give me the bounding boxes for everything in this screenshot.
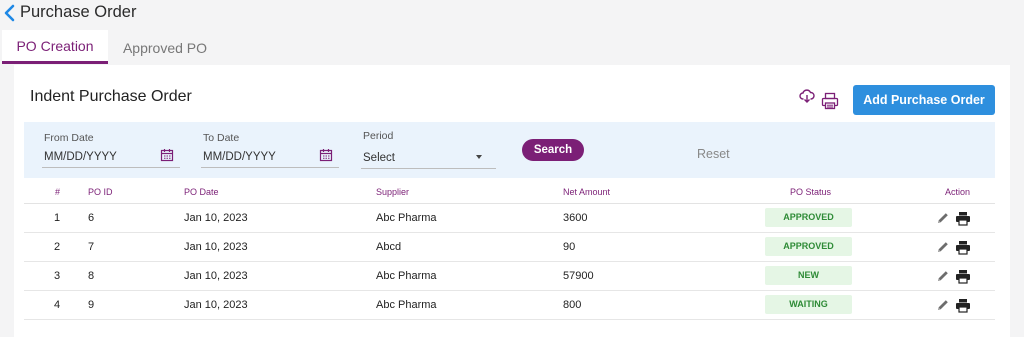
column-header-number: # (55, 187, 61, 197)
filter-bar: From Date MM/DD/YYYY To Date MM/DD/YYYY … (24, 122, 995, 178)
supplier-cell: Abcd (376, 241, 402, 253)
calendar-icon[interactable] (319, 148, 333, 162)
search-button[interactable]: Search (522, 139, 584, 161)
po-id-cell: 9 (88, 299, 95, 311)
po-date-cell: Jan 10, 2023 (184, 299, 248, 311)
pencil-icon[interactable] (936, 298, 950, 312)
row-number: 1 (54, 212, 61, 224)
table-row[interactable]: 3 8 Jan 10, 2023 Abc Pharma 57900 NEW (24, 262, 995, 291)
chevron-left-icon[interactable] (3, 4, 17, 22)
net-amount-cell: 800 (563, 299, 582, 311)
po-date-cell: Jan 10, 2023 (184, 212, 248, 224)
table-row[interactable]: 4 9 Jan 10, 2023 Abc Pharma 800 WAITING (24, 291, 995, 320)
column-header-po-id: PO ID (88, 187, 113, 197)
column-header-supplier: Supplier (376, 187, 410, 197)
to-date-input[interactable]: MM/DD/YYYY (203, 151, 276, 163)
pencil-icon[interactable] (936, 269, 950, 283)
row-number: 3 (54, 270, 61, 282)
net-amount-cell: 57900 (563, 270, 594, 282)
period-select[interactable]: Select (363, 152, 395, 164)
table-row[interactable]: 1 6 Jan 10, 2023 Abc Pharma 3600 APPROVE… (24, 204, 995, 233)
printer-icon[interactable] (955, 240, 971, 255)
cloud-download-icon[interactable] (799, 88, 815, 104)
po-id-cell: 6 (88, 212, 95, 224)
table-row[interactable]: 2 7 Jan 10, 2023 Abcd 90 APPROVED (24, 233, 995, 262)
net-amount-cell: 3600 (563, 212, 588, 224)
table-header: # PO ID PO Date Supplier Net Amount PO S… (24, 178, 995, 204)
po-id-cell: 7 (88, 241, 95, 253)
status-badge: APPROVED (765, 237, 852, 256)
to-date-label: To Date (203, 132, 240, 144)
printer-icon[interactable] (955, 298, 971, 313)
status-badge: WAITING (765, 295, 852, 314)
printer-icon[interactable] (955, 211, 971, 226)
pencil-icon[interactable] (936, 240, 950, 254)
from-date-underline (42, 167, 180, 168)
net-amount-cell: 90 (563, 241, 576, 253)
printer-icon[interactable] (821, 92, 839, 110)
section-title: Indent Purchase Order (30, 88, 192, 105)
add-purchase-order-button[interactable]: Add Purchase Order (853, 85, 995, 115)
po-id-cell: 8 (88, 270, 95, 282)
column-header-action: Action (945, 187, 971, 197)
row-number: 2 (54, 241, 61, 253)
status-badge: NEW (765, 266, 852, 285)
supplier-cell: Abc Pharma (376, 212, 437, 224)
pencil-icon[interactable] (936, 211, 950, 225)
status-badge: APPROVED (765, 208, 852, 227)
top-bar: Purchase Order (0, 0, 1024, 30)
from-date-label: From Date (44, 132, 94, 144)
column-header-po-status: PO Status (790, 187, 832, 197)
from-date-input[interactable]: MM/DD/YYYY (44, 151, 117, 163)
chevron-down-icon[interactable] (476, 155, 482, 159)
po-date-cell: Jan 10, 2023 (184, 270, 248, 282)
page-title: Purchase Order (20, 3, 137, 21)
row-number: 4 (54, 299, 61, 311)
indent-purchase-order-card: Indent Purchase Order Add Purchase Order… (14, 65, 1010, 337)
supplier-cell: Abc Pharma (376, 299, 437, 311)
supplier-cell: Abc Pharma (376, 270, 437, 282)
calendar-icon[interactable] (160, 148, 174, 162)
printer-icon[interactable] (955, 269, 971, 284)
tab-approved-po[interactable]: Approved PO (110, 30, 220, 64)
tab-bar: PO Creation Approved PO (0, 30, 1024, 65)
period-label: Period (363, 130, 394, 142)
reset-button[interactable]: Reset (697, 147, 730, 161)
to-date-underline (201, 167, 339, 168)
column-header-net-amount: Net Amount (563, 187, 611, 197)
period-underline (361, 168, 496, 169)
po-date-cell: Jan 10, 2023 (184, 241, 248, 253)
column-header-po-date: PO Date (184, 187, 219, 197)
tab-po-creation[interactable]: PO Creation (2, 30, 108, 64)
